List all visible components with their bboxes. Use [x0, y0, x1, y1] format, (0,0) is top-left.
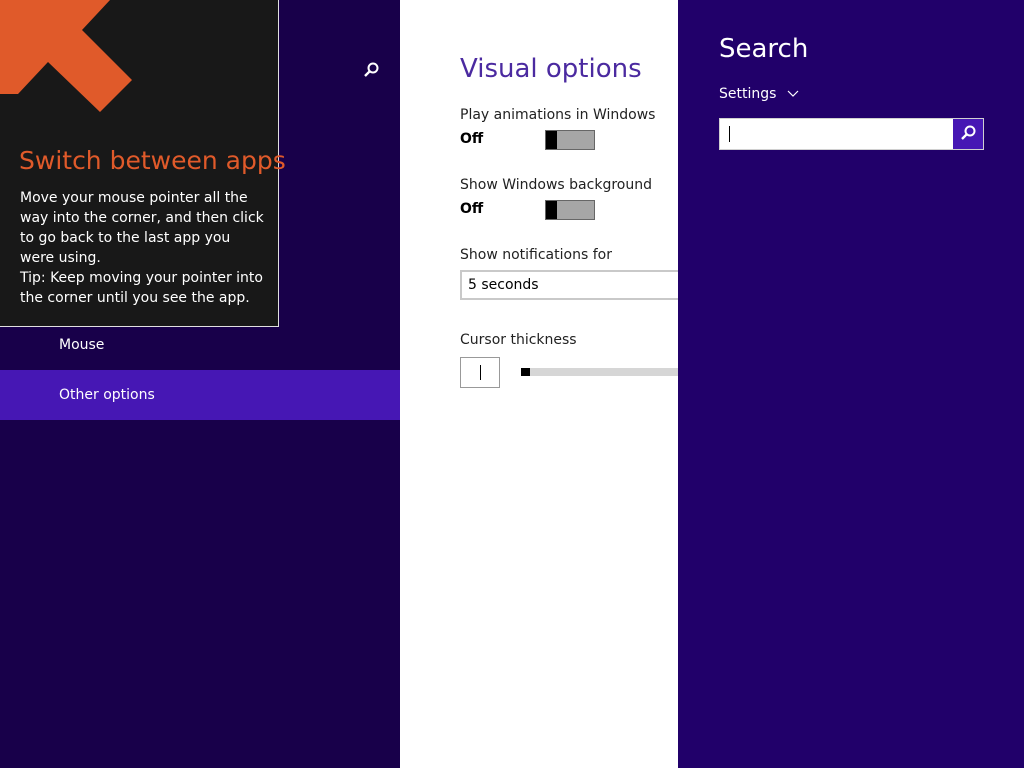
nav-item-label: Mouse	[59, 337, 105, 353]
toggle-knob	[546, 131, 557, 149]
search-button[interactable]	[953, 119, 983, 149]
page-title: Visual options	[460, 54, 642, 84]
tip-panel: Switch between apps Move your mouse poin…	[0, 0, 286, 327]
search-scope-dropdown[interactable]: Settings	[719, 86, 799, 102]
background-toggle[interactable]	[545, 200, 595, 220]
notifications-dropdown[interactable]: 5 seconds	[460, 270, 678, 300]
nav-item-label: Other options	[59, 387, 155, 403]
chevron-down-icon	[787, 86, 799, 102]
slider-thumb[interactable]	[521, 368, 530, 376]
search-input[interactable]	[720, 119, 952, 149]
background-label: Show Windows background	[460, 177, 652, 193]
animations-label: Play animations in Windows	[460, 107, 656, 123]
tip-body: Move your mouse pointer all the way into…	[20, 188, 265, 308]
arrow-icon	[0, 0, 135, 135]
tip-title: Switch between apps	[19, 146, 286, 175]
animations-value: Off	[460, 131, 484, 147]
settings-pane: Visual options Play animations in Window…	[400, 0, 678, 768]
search-icon	[961, 125, 976, 140]
search-scope-label: Settings	[719, 86, 777, 102]
cursor-preview	[460, 357, 500, 388]
cursor-thickness-slider[interactable]	[521, 368, 678, 376]
cursor-bar	[480, 365, 481, 380]
search-pane: Search Settings	[678, 0, 1024, 768]
nav-item-mouse[interactable]: Mouse	[0, 320, 400, 370]
search-icon[interactable]	[361, 60, 381, 80]
animations-toggle[interactable]	[545, 130, 595, 150]
search-title: Search	[719, 34, 809, 64]
background-value: Off	[460, 201, 484, 217]
nav-item-other-options[interactable]: Other options	[0, 370, 400, 420]
tip-body-hint: Tip: Keep moving your pointer into the c…	[20, 270, 263, 306]
text-caret	[729, 126, 730, 142]
search-box	[719, 118, 984, 150]
toggle-knob	[546, 201, 557, 219]
tip-body-line: Move your mouse pointer all the way into…	[20, 190, 264, 266]
notifications-label: Show notifications for	[460, 247, 612, 263]
cursor-thickness-label: Cursor thickness	[460, 332, 577, 348]
